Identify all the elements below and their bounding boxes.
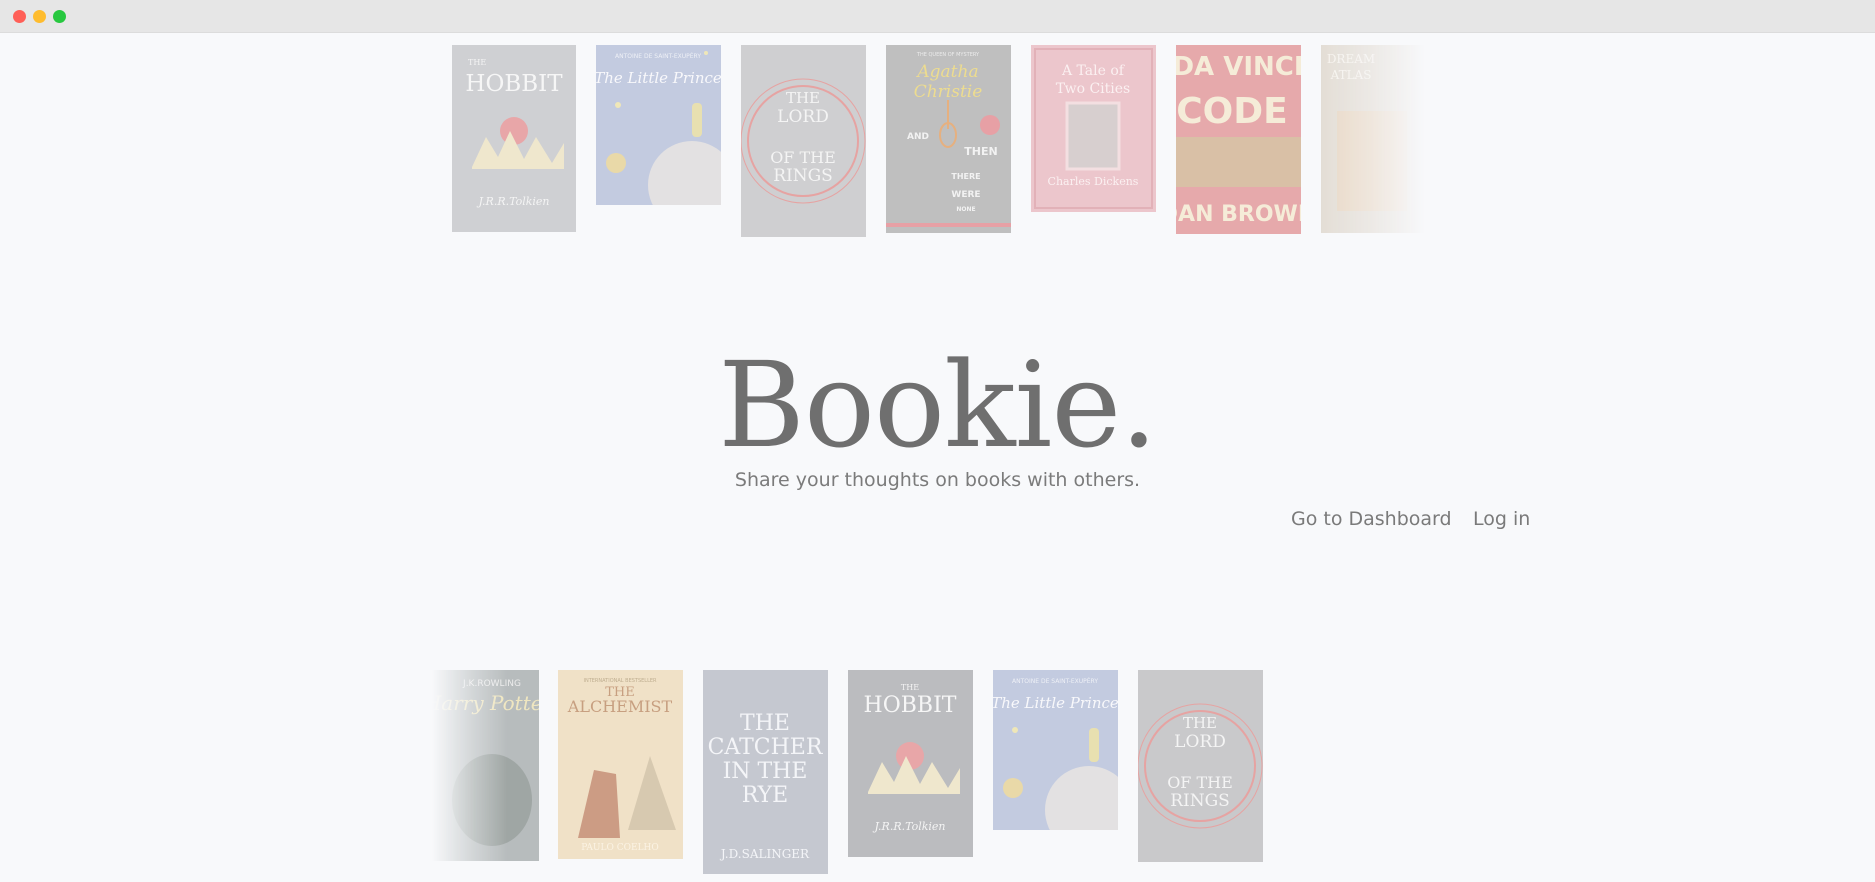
go-to-dashboard-link[interactable]: Go to Dashboard xyxy=(1291,508,1452,530)
svg-text:RINGS: RINGS xyxy=(773,166,833,186)
book-cover-hobbit: THE HOBBIT J.R.R.Tolkien xyxy=(452,45,576,232)
svg-text:THE: THE xyxy=(1183,714,1217,732)
svg-text:Charles Dickens: Charles Dickens xyxy=(1048,175,1139,188)
svg-text:Harry Potter: Harry Potter xyxy=(432,691,539,715)
svg-text:THERE: THERE xyxy=(951,172,980,181)
svg-text:The Little Prince: The Little Prince xyxy=(596,69,721,87)
svg-text:THE QUEEN OF MYSTERY: THE QUEEN OF MYSTERY xyxy=(916,52,980,58)
svg-text:THEN: THEN xyxy=(964,145,997,158)
svg-text:AND: AND xyxy=(907,132,929,142)
svg-text:HOBBIT: HOBBIT xyxy=(864,693,957,718)
svg-text:THE: THE xyxy=(786,89,820,107)
book-cover-and-then-there-were-none: THE QUEEN OF MYSTERY Agatha Christie AND… xyxy=(886,45,1011,233)
svg-text:Agatha: Agatha xyxy=(915,62,978,82)
book-cover-lord-of-the-rings-2: THE LORD OF THE RINGS xyxy=(1138,670,1263,862)
svg-text:DA VINCI: DA VINCI xyxy=(1176,52,1301,82)
svg-text:RINGS: RINGS xyxy=(1170,791,1230,811)
svg-text:INTERNATIONAL BESTSELLER: INTERNATIONAL BESTSELLER xyxy=(583,678,657,684)
book-cover-the-alchemist: INTERNATIONAL BESTSELLER THE ALCHEMIST P… xyxy=(558,670,683,859)
svg-text:NONE: NONE xyxy=(956,206,975,213)
book-cover-little-prince: ANTOINE DE SAINT-EXUPÉRY The Little Prin… xyxy=(596,45,721,205)
book-cover-lord-of-the-rings: THE LORD OF THE RINGS xyxy=(741,45,866,237)
maximize-window-button[interactable] xyxy=(53,10,66,23)
svg-text:THE: THE xyxy=(468,58,486,67)
book-cover-little-prince-2: ANTOINE DE SAINT-EXUPÉRY The Little Prin… xyxy=(993,670,1118,830)
svg-text:J.D.SALINGER: J.D.SALINGER xyxy=(719,847,810,861)
svg-text:The Little Prince: The Little Prince xyxy=(993,694,1118,712)
svg-text:J.R.R.Tolkien: J.R.R.Tolkien xyxy=(476,195,549,208)
svg-text:WERE: WERE xyxy=(951,190,980,200)
book-cover-hobbit-2: THE HOBBIT J.R.R.Tolkien xyxy=(848,670,973,857)
log-in-link[interactable]: Log in xyxy=(1473,508,1530,530)
book-cover-a-tale-of-two-cities: A Tale of Two Cities Charles Dickens xyxy=(1031,45,1156,212)
svg-text:ALCHEMIST: ALCHEMIST xyxy=(567,697,673,716)
svg-text:ATLAS: ATLAS xyxy=(1330,68,1372,82)
svg-text:RYE: RYE xyxy=(742,783,788,808)
book-cover-harry-potter: J.K.ROWLING Harry Potter xyxy=(432,670,539,861)
svg-text:IN THE: IN THE xyxy=(723,759,808,784)
svg-text:Christie: Christie xyxy=(914,82,983,102)
svg-text:J.K.ROWLING: J.K.ROWLING xyxy=(462,679,521,689)
svg-text:HOBBIT: HOBBIT xyxy=(465,71,563,97)
svg-text:CATCHER: CATCHER xyxy=(708,735,824,760)
svg-text:OF THE: OF THE xyxy=(1167,773,1233,792)
svg-text:ANTOINE DE SAINT-EXUPÉRY: ANTOINE DE SAINT-EXUPÉRY xyxy=(615,52,701,60)
svg-text:OF THE: OF THE xyxy=(770,148,836,167)
close-window-button[interactable] xyxy=(13,10,26,23)
svg-text:PAULO COELHO: PAULO COELHO xyxy=(581,843,659,853)
window-titlebar xyxy=(0,0,1875,33)
svg-text:LORD: LORD xyxy=(777,107,829,127)
minimize-window-button[interactable] xyxy=(33,10,46,23)
book-cover-partial-top: DREAM ATLAS xyxy=(1321,45,1425,233)
svg-text:Two Cities: Two Cities xyxy=(1056,81,1130,97)
svg-text:CODE: CODE xyxy=(1176,91,1288,132)
svg-text:THE: THE xyxy=(740,711,790,736)
svg-text:THE: THE xyxy=(901,683,919,692)
svg-text:ANTOINE DE SAINT-EXUPÉRY: ANTOINE DE SAINT-EXUPÉRY xyxy=(1012,677,1098,685)
svg-text:DAN BROWN: DAN BROWN xyxy=(1176,202,1301,227)
app-tagline: Share your thoughts on books with others… xyxy=(734,469,1141,491)
app-logo-title: Bookie. xyxy=(718,336,1157,474)
svg-text:LORD: LORD xyxy=(1174,732,1226,752)
svg-text:J.R.R.Tolkien: J.R.R.Tolkien xyxy=(872,820,945,833)
svg-text:A Tale of: A Tale of xyxy=(1061,63,1126,79)
book-cover-da-vinci-code: DA VINCI CODE DAN BROWN xyxy=(1176,45,1301,234)
book-cover-the-catcher-in-the-rye: THE CATCHER IN THE RYE J.D.SALINGER xyxy=(703,670,828,874)
svg-text:DREAM: DREAM xyxy=(1327,52,1375,66)
